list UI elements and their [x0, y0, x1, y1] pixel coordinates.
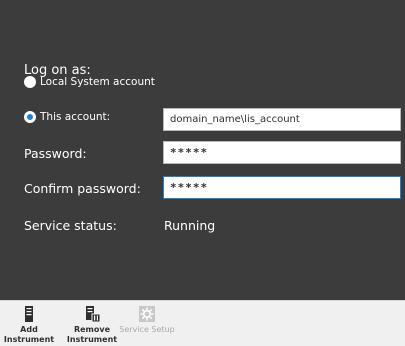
password-input[interactable]: *****: [163, 141, 401, 164]
local-system-radio-option[interactable]: Local System account: [24, 76, 155, 88]
server-icon: [25, 306, 33, 322]
account-name-input[interactable]: domain_name\lis_account: [163, 108, 401, 131]
bottom-toolbar: Add Instrument Remove Instrument Service…: [0, 300, 405, 346]
service-setup-button[interactable]: Service Setup: [118, 305, 176, 335]
remove-instrument-button[interactable]: Remove Instrument: [63, 305, 121, 345]
add-instrument-button[interactable]: Add Instrument: [0, 305, 58, 345]
local-system-label: Local System account: [40, 76, 155, 88]
local-system-radio[interactable]: [24, 76, 36, 88]
server-remove-icon: [86, 306, 101, 323]
service-settings-panel: Log on as: Local System account This acc…: [0, 0, 405, 300]
service-status-label: Service status:: [24, 218, 117, 233]
remove-instrument-label: Remove Instrument: [66, 325, 118, 344]
password-label: Password:: [24, 146, 87, 161]
gear-icon: [139, 306, 155, 322]
service-status-value: Running: [164, 218, 216, 233]
this-account-radio-option[interactable]: This account:: [24, 111, 110, 123]
confirm-password-label: Confirm password:: [24, 181, 141, 196]
this-account-label: This account:: [40, 111, 111, 123]
this-account-radio[interactable]: [24, 111, 36, 123]
confirm-password-input[interactable]: *****: [163, 176, 401, 199]
add-instrument-label: Add Instrument: [3, 325, 55, 344]
service-setup-label: Service Setup: [119, 325, 175, 334]
